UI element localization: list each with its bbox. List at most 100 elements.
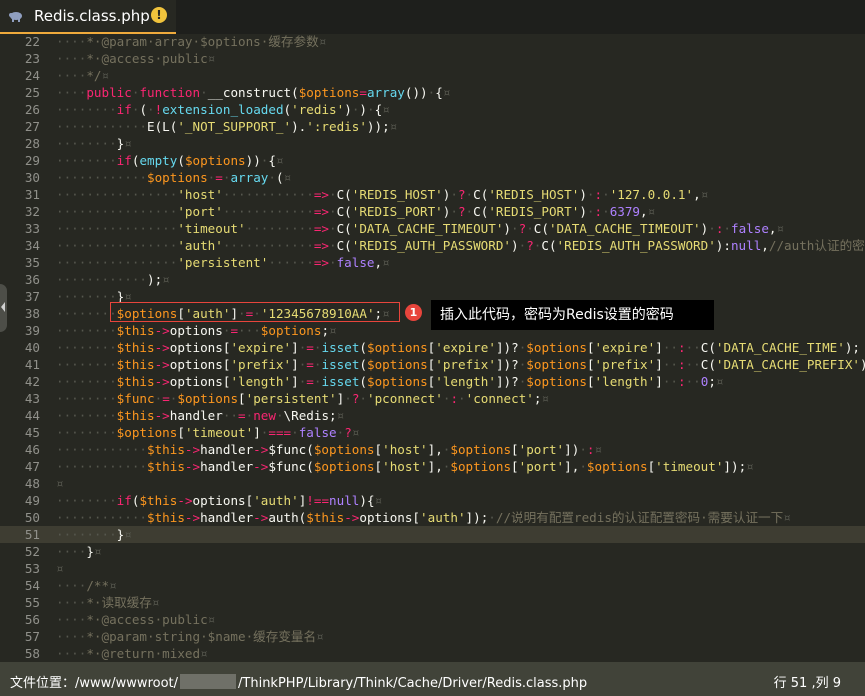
code-token: 'length'	[435, 374, 496, 389]
code-token: ············	[56, 442, 147, 457]
code-token: 'length'	[594, 374, 656, 389]
code-line[interactable]: 57 ····*·@param·string·$name·缓存变量名¤	[0, 628, 865, 645]
code-token: ->	[184, 459, 201, 474]
line-number: 49	[24, 493, 40, 508]
line-number: 26	[24, 102, 40, 117]
code-token: ¤	[382, 102, 390, 117]
code-line[interactable]: 58 ····*·@return·mixed¤	[0, 645, 865, 662]
code-line[interactable]: 29 ········if(empty($options))·{¤	[0, 152, 865, 169]
code-token: if	[116, 493, 132, 508]
code-token: ················	[56, 238, 178, 253]
code-token: $this	[139, 493, 178, 508]
status-bar: 文件位置：/www/wwwroot/ /ThinkPHP/Library/Thin…	[0, 662, 865, 696]
code-line[interactable]: 27 ············E(L('_NOT_SUPPORT_').':red…	[0, 118, 865, 135]
code-token: ]	[291, 340, 299, 355]
code-token: ¤	[207, 612, 216, 627]
code-line[interactable]: 49 ········if($this->options['auth']!==nu…	[0, 492, 865, 509]
code-token: ¤	[162, 272, 170, 287]
code-token: C(	[336, 221, 352, 236]
code-line[interactable]: 44 ········$this->handler··=·new·\Redis;¤	[0, 407, 865, 424]
code-token: extension_loaded	[162, 102, 284, 117]
code-line[interactable]: 34 ················'auth'············=>·C…	[0, 237, 865, 254]
code-token: public	[86, 85, 132, 100]
code-line[interactable]: 28 ········}¤	[0, 135, 865, 152]
code-token: ········	[56, 425, 117, 440]
sidebar-collapse-handle[interactable]	[0, 284, 7, 332]
line-code: ········$this->options['length']·=·isset…	[56, 373, 724, 390]
code-token: :	[677, 374, 686, 389]
code-line[interactable]: 50 ············$this->handler->auth($this…	[0, 509, 865, 526]
code-token: ····	[56, 612, 87, 627]
code-line[interactable]: 55 ····*·读取缓存¤	[0, 594, 865, 611]
code-line[interactable]: 30 ············$options·=·array·(¤	[0, 169, 865, 186]
line-code: ········if·(·!extension_loaded('redis')·…	[56, 101, 390, 118]
line-code: ····*·@access·public¤	[56, 611, 215, 628]
code-token: ········	[56, 357, 117, 372]
code-line[interactable]: 53 ¤	[0, 560, 865, 577]
code-token: $func(	[268, 442, 314, 457]
code-line[interactable]: 54 ····/**¤	[0, 577, 865, 594]
code-token: ·	[579, 459, 587, 474]
code-line[interactable]: 25 ····public·function·__construct($optio…	[0, 84, 865, 101]
code-line[interactable]: 31 ················'host'············=>·C…	[0, 186, 865, 203]
line-number: 48	[24, 476, 40, 491]
code-token: ¤	[382, 255, 390, 270]
code-token: false	[298, 425, 337, 440]
code-token: 'length'	[230, 374, 292, 389]
code-token: ····	[56, 595, 87, 610]
code-token: :	[677, 340, 686, 355]
code-token: [	[374, 442, 383, 457]
line-code: ············$this->handler->$func($optio…	[56, 458, 754, 475]
code-line[interactable]: 52 ····}¤	[0, 543, 865, 560]
code-line[interactable]: 36 ············);¤	[0, 271, 865, 288]
code-line[interactable]: 47 ············$this->handler->$func($opt…	[0, 458, 865, 475]
code-line[interactable]: 45 ········$options['timeout']·===·false·…	[0, 424, 865, 441]
code-line[interactable]: 51 ········}¤	[0, 526, 865, 543]
line-code: ········}¤	[56, 526, 132, 543]
code-token: ,	[761, 238, 769, 253]
code-token: ········	[56, 289, 117, 304]
code-token: ··	[685, 374, 701, 389]
code-line[interactable]: 41 ········$this->options['prefix']·=·iss…	[0, 356, 865, 373]
code-token: ·	[329, 187, 337, 202]
code-token: *·@access·public	[86, 612, 208, 627]
code-line[interactable]: 33 ················'timeout'·········=>·C…	[0, 220, 865, 237]
line-number: 25	[24, 85, 40, 100]
code-token: ········	[56, 323, 117, 338]
code-line[interactable]: 23 ····*·@access·public¤	[0, 50, 865, 67]
code-line[interactable]: 24 ····*/¤	[0, 67, 865, 84]
code-token: C(	[700, 357, 716, 372]
code-line[interactable]: 26 ········if·(·!extension_loaded('redis'…	[0, 101, 865, 118]
code-token: ¤	[700, 187, 709, 202]
code-line[interactable]: 48 ¤	[0, 475, 865, 492]
warning-icon[interactable]: !	[151, 7, 167, 23]
code-line[interactable]: 22 ····*·@param·array·$options·缓存参数¤	[0, 34, 865, 50]
line-code: ····/**¤	[56, 577, 117, 594]
code-editor[interactable]: 22 ····*·@param·array·$options·缓存参数¤ 23 ···…	[0, 34, 865, 662]
code-token: C(	[336, 238, 352, 253]
tab-redis-class-php[interactable]: Redis.class.php !	[0, 0, 176, 34]
code-token: 'auth'	[420, 510, 466, 525]
code-token: ¤	[124, 136, 132, 151]
code-token: $options	[367, 340, 428, 355]
code-line[interactable]: 56 ····*·@access·public¤	[0, 611, 865, 628]
code-line[interactable]: 40 ········$this->options['expire']·=·iss…	[0, 339, 865, 356]
code-token: (	[283, 102, 292, 117]
code-token: handler	[200, 510, 254, 525]
code-token: *·@param·array·$options·缓存参数	[86, 34, 319, 49]
code-token: ]	[253, 425, 261, 440]
code-token: :	[594, 204, 603, 219]
code-token: 'REDIS_AUTH_PASSWORD'	[351, 238, 511, 253]
code-token: ->	[344, 510, 360, 525]
code-token: ])?	[495, 374, 519, 389]
code-token: ))	[245, 153, 261, 168]
code-line[interactable]: 32 ················'port'············=>·C…	[0, 203, 865, 220]
code-token: ·	[329, 204, 337, 219]
code-line[interactable]: 35 ················'persistent'······=>·f…	[0, 254, 865, 271]
code-line[interactable]: 43 ········$func·=·$options['persistent']…	[0, 390, 865, 407]
code-line[interactable]: 42 ········$this->options['length']·=·iss…	[0, 373, 865, 390]
code-line[interactable]: 46 ············$this->handler->$func($opt…	[0, 441, 865, 458]
code-token: array	[230, 170, 269, 185]
code-token: 'port'	[518, 442, 565, 457]
line-number: 54	[24, 578, 40, 593]
